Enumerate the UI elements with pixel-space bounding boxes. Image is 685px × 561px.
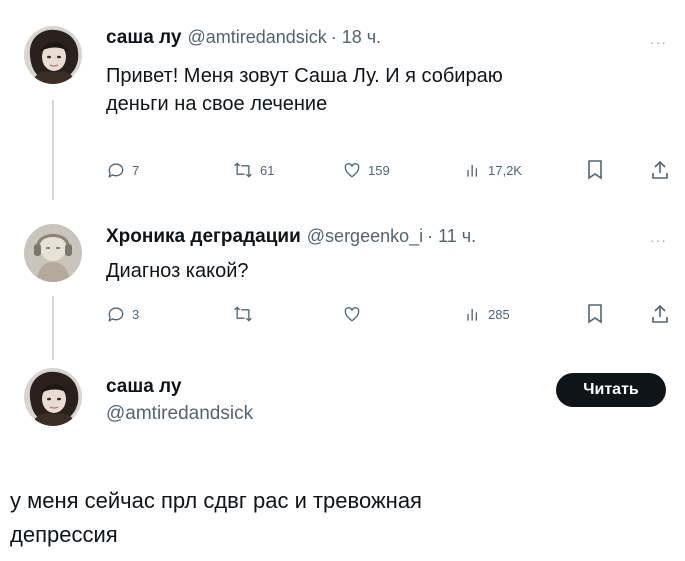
tweet-time[interactable]: · 11 ч. xyxy=(427,226,476,247)
author-name[interactable]: саша лу xyxy=(106,376,181,398)
author-name[interactable]: Хроника деградации xyxy=(106,226,301,248)
like-button[interactable] xyxy=(342,304,368,324)
retweet-button[interactable] xyxy=(232,304,260,324)
like-icon xyxy=(344,307,360,322)
bookmark-icon[interactable] xyxy=(587,160,603,185)
views-icon xyxy=(467,309,477,321)
tweet-text-line: депрессия xyxy=(10,522,118,547)
reply-button[interactable]: 3 xyxy=(106,304,139,324)
reply-count: 3 xyxy=(132,306,140,322)
avatar[interactable] xyxy=(24,26,82,84)
tweet-time[interactable]: · 18 ч. xyxy=(331,27,381,48)
tweet-text: Диагноз какой? xyxy=(106,260,249,282)
author-handle[interactable]: @amtiredandsick xyxy=(106,403,253,425)
views-icon xyxy=(467,165,477,177)
thread-connector xyxy=(52,100,54,200)
avatar[interactable] xyxy=(24,368,82,426)
reply-count: 7 xyxy=(132,162,140,178)
tweet-text-line: деньги на свое лечение xyxy=(106,93,328,115)
author-handle[interactable]: @amtiredandsick xyxy=(187,27,326,48)
reply-icon xyxy=(108,163,124,178)
avatar[interactable] xyxy=(24,224,82,282)
author-handle[interactable]: @sergeenko_i xyxy=(307,226,423,247)
reply-button[interactable]: 7 xyxy=(106,160,139,180)
retweet-count: 61 xyxy=(260,162,275,178)
share-icon[interactable] xyxy=(651,160,669,185)
retweet-icon xyxy=(234,306,252,322)
retweet-icon xyxy=(234,162,252,178)
more-options-icon[interactable]: ··· xyxy=(650,232,667,248)
views-button[interactable]: 285 xyxy=(464,304,510,324)
like-icon xyxy=(344,163,360,178)
author-name[interactable]: саша лу xyxy=(106,27,181,49)
tweet-text-line: Привет! Меня зовут Саша Лу. И я собираю xyxy=(106,65,503,87)
reply-icon xyxy=(108,307,124,322)
share-icon[interactable] xyxy=(651,304,669,329)
bookmark-icon[interactable] xyxy=(587,304,603,329)
views-button[interactable]: 17,2K xyxy=(464,160,522,180)
like-button[interactable]: 159 xyxy=(342,160,390,180)
views-count: 17,2K xyxy=(488,162,522,178)
like-count: 159 xyxy=(368,162,390,178)
tweet-text-line: у меня сейчас прл сдвг рас и тревожная xyxy=(10,488,422,513)
views-count: 285 xyxy=(488,306,510,322)
more-options-icon[interactable]: ··· xyxy=(650,34,667,50)
thread-connector xyxy=(52,296,54,360)
follow-button[interactable]: Читать xyxy=(556,373,666,407)
retweet-button[interactable]: 61 xyxy=(232,160,274,180)
